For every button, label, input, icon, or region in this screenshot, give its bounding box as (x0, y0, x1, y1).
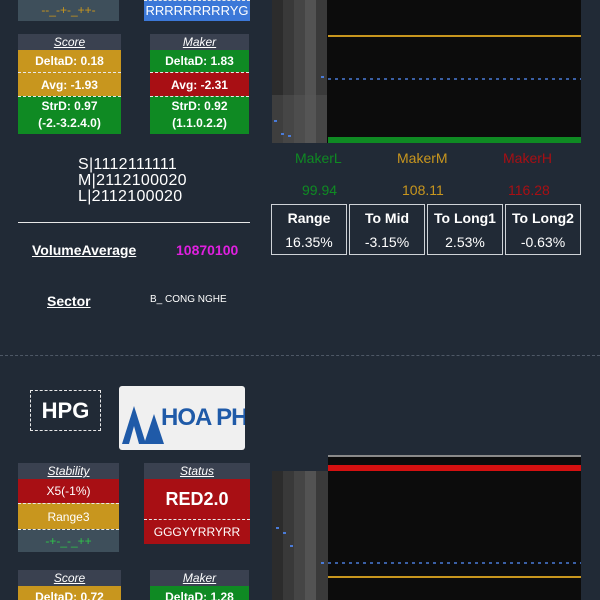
range-value: 16.35% (285, 234, 333, 250)
to-mid-header: To Mid (364, 210, 410, 226)
score-sequence: (-2.-3.2.4.0) (18, 114, 121, 134)
score-card-2: Score DeltaD: 0.72 (18, 570, 121, 600)
maker-strd: StrD: 0.92 (150, 96, 249, 114)
to-mid-value: -3.15% (364, 234, 410, 250)
ticker-box[interactable]: HPG (30, 390, 101, 431)
price-chart-top (272, 0, 581, 143)
sector-value: B_ CONG NGHE (150, 294, 227, 305)
stability-card: Stability X5(-1%) Range3 -+-_-_++ (18, 463, 119, 552)
score-strd: StrD: 0.97 (18, 96, 121, 114)
sector-label: Sector (47, 293, 91, 309)
to-long1-value: 2.53% (445, 234, 485, 250)
status-pattern: RRRRRRRRRYG (145, 3, 249, 18)
price-chart-top-svg (272, 0, 581, 143)
maker-deltad: DeltaD: 1.83 (150, 50, 249, 72)
stability-card-header: Stability (47, 464, 90, 478)
to-long2-header: To Long2 (512, 210, 574, 226)
l-code: L|2112100020 (78, 188, 183, 205)
status-card-header: Status (179, 464, 215, 478)
maker-avg: Avg: -2.31 (150, 72, 249, 96)
stability-card-bottom: --_-+-_++- (18, 0, 119, 21)
maker-l-label: MakerL (295, 150, 342, 166)
range-table: Range 16.35% To Mid -3.15% To Long1 2.53… (271, 204, 581, 255)
maker-card-2: Maker DeltaD: 1.28 (150, 570, 249, 600)
s-code: S|1112111111 (78, 156, 178, 173)
maker-card-2-header: Maker (182, 571, 217, 585)
status-card-bottom: RRRRRRRRRYG (144, 0, 250, 21)
maker-2-deltad: DeltaD: 1.28 (150, 586, 249, 600)
stability-pattern: --_-+-_++- (41, 3, 96, 17)
logo-text: HOA PHAT (161, 404, 245, 431)
maker-l-value: 99.94 (302, 182, 338, 198)
maker-m-value: 108.11 (402, 182, 444, 198)
score-card: Score DeltaD: 0.18 Avg: -1.93 StrD: 0.97… (18, 34, 121, 134)
stability-x5: X5(-1%) (18, 479, 119, 503)
maker-card-header: Maker (182, 35, 217, 49)
status-sequence: GGGYYRRYRR (144, 519, 250, 544)
maker-sequence: (1.1.0.2.2) (150, 114, 249, 134)
maker-h-label: MakerH (503, 150, 553, 166)
to-long2-cell: To Long2 -0.63% (505, 204, 581, 255)
status-main: RED2.0 (144, 479, 250, 519)
sml-codes: S|1112111111 M|2112100020 L|2112100020 (78, 157, 187, 205)
volume-average-label: VolumeAverage (32, 242, 137, 258)
range-cell: Range 16.35% (271, 204, 347, 255)
section-divider (0, 355, 600, 356)
m-code: M|2112100020 (78, 172, 187, 189)
ticker-symbol: HPG (41, 398, 90, 423)
stability-range: Range3 (18, 503, 119, 529)
maker-m-label: MakerM (397, 150, 448, 166)
score-card-2-header: Score (53, 571, 86, 585)
stability-pattern-bottom: -+-_-_++ (18, 529, 119, 552)
to-mid-cell: To Mid -3.15% (349, 204, 425, 255)
left-divider (18, 222, 250, 223)
to-long2-value: -0.63% (520, 234, 566, 250)
to-long1-header: To Long1 (434, 210, 496, 226)
score-deltad: DeltaD: 0.18 (18, 50, 121, 72)
maker-card: Maker DeltaD: 1.83 Avg: -2.31 StrD: 0.92… (150, 34, 249, 134)
score-avg: Avg: -1.93 (18, 72, 121, 96)
maker-h-value: 116.28 (508, 182, 550, 198)
status-card: Status RED2.0 GGGYYRRYRR (144, 463, 250, 544)
company-logo: HOA PHAT (119, 386, 245, 450)
price-chart-bottom-svg (272, 455, 581, 600)
to-long1-cell: To Long1 2.53% (427, 204, 503, 255)
score-card-header: Score (53, 35, 86, 49)
score-2-deltad: DeltaD: 0.72 (18, 586, 121, 600)
price-chart-bottom (272, 455, 581, 600)
volume-average-value: 10870100 (176, 242, 239, 258)
range-header: Range (287, 210, 331, 226)
